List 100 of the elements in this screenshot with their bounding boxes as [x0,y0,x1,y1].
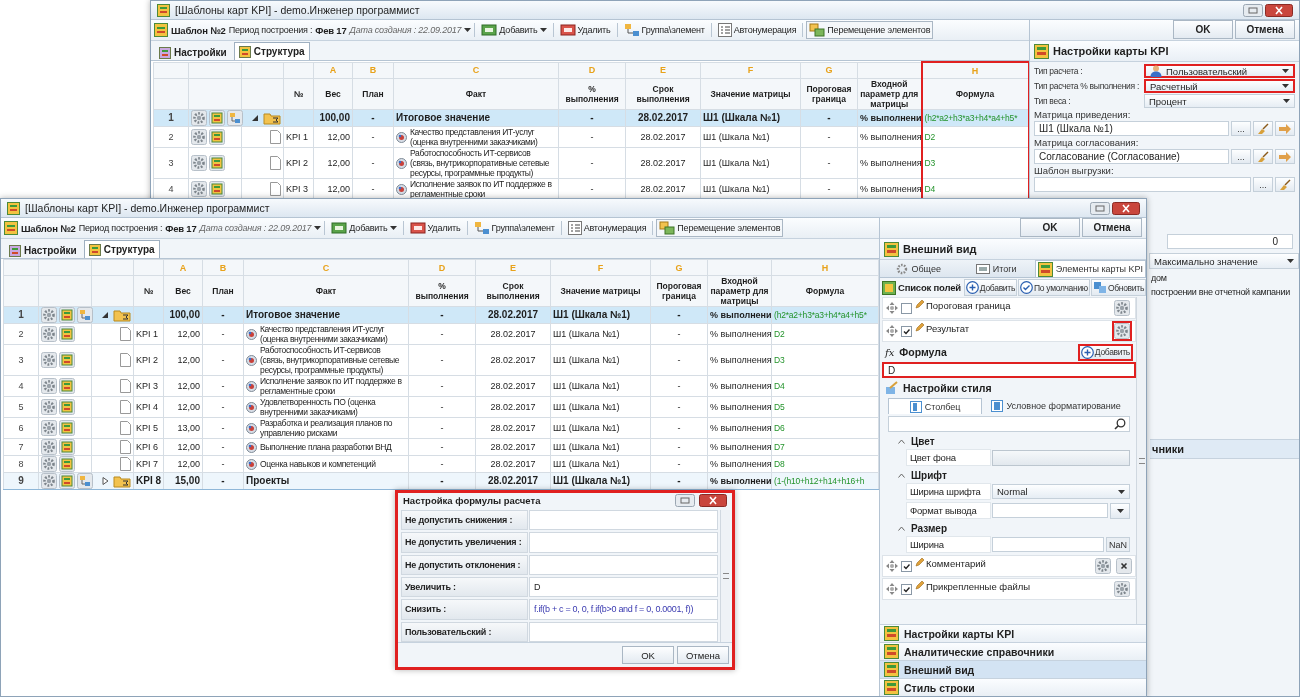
list-action-button[interactable]: Обновить [1090,279,1146,296]
column-header[interactable]: Пороговая граница [650,275,708,307]
move-handle-icon[interactable] [886,302,898,314]
move-handle-icon[interactable] [886,583,898,595]
report-icon[interactable] [209,129,225,145]
formula-field[interactable]: D [882,362,1136,378]
dropdown[interactable]: Процент [1144,94,1295,108]
search-icon[interactable] [1114,418,1126,430]
input-field[interactable] [529,621,718,642]
toolbar-button[interactable]: Удалить [406,219,464,237]
report-icon[interactable] [59,307,75,323]
broom-icon[interactable] [1256,122,1270,135]
list-action-button[interactable]: По умолчанию [1018,279,1090,296]
column-header[interactable]: Срок выполнения [475,275,551,307]
column-header[interactable]: Факт [393,78,559,110]
gear-icon[interactable] [1095,558,1111,574]
gear-icon[interactable] [1114,300,1130,316]
browse-button[interactable]: ... [1231,121,1251,136]
dropdown[interactable]: Normal [992,484,1130,499]
tab[interactable]: Структура [233,42,310,60]
dialog-button[interactable]: OK [1173,20,1233,39]
report-icon[interactable] [59,456,75,472]
delete-icon[interactable] [1116,558,1132,574]
collapse-icon[interactable] [898,438,905,444]
toolbar-button[interactable]: Автонумерация [564,219,650,237]
report-icon[interactable] [209,155,225,171]
collapse-icon[interactable] [898,525,905,531]
dialog-button[interactable]: OK [1020,218,1080,237]
dropdown[interactable]: Максимально значение [1149,253,1299,269]
accordion-header[interactable]: чники [1150,439,1299,459]
move-handle-icon[interactable] [886,560,898,572]
group-icon[interactable] [473,221,490,235]
gear-icon[interactable] [41,352,57,368]
column-header[interactable]: Факт [243,275,409,307]
collapse-icon[interactable] [898,472,905,478]
checkbox[interactable] [901,583,912,595]
restore-icon[interactable] [1243,3,1263,17]
search-field[interactable] [888,416,1130,432]
report-icon[interactable] [209,110,225,126]
input-field[interactable]: f.if(b + c = 0, 0, f.if(b>0 and f = 0, 0.0001, f)) [529,599,718,620]
toolbar-button[interactable]: Добавить [328,219,400,237]
accordion-header[interactable]: Аналитические справочники [880,642,1146,660]
field-row[interactable]: Результат [882,320,1136,342]
checkbox[interactable] [901,560,912,572]
gear-icon[interactable] [191,181,207,197]
list-icon[interactable] [717,23,732,37]
input-field[interactable] [529,510,718,531]
dialog-button[interactable]: OK [622,646,674,664]
gear-icon[interactable] [191,110,207,126]
reset-button[interactable]: NaN [1106,537,1130,552]
gear-icon[interactable] [41,420,57,436]
dialog-button[interactable]: Отмена [677,646,729,664]
browse-button[interactable]: ... [1253,177,1273,192]
checkbox[interactable] [901,325,912,337]
arrow-icon[interactable] [1278,123,1292,134]
column-header[interactable]: Входной параметр для матрицы [857,78,922,110]
gear-icon[interactable] [41,326,57,342]
lookup-field[interactable] [1034,177,1251,192]
column-header[interactable]: Значение матрицы [550,275,651,307]
accordion-header[interactable]: Настройки карты KPI [880,624,1146,642]
tab[interactable]: Настройки [4,242,82,258]
toolbar-button[interactable]: Перемещение элементов [656,219,784,237]
column-header[interactable]: Формула [771,275,879,307]
column-header[interactable]: Срок выполнения [625,78,701,110]
report-icon[interactable] [59,326,75,342]
toolbar-button[interactable]: Удалить [556,21,614,39]
color-field[interactable] [992,449,1130,466]
column-header[interactable]: Значение матрицы [700,78,801,110]
field-row[interactable]: Прикрепленные файлы [882,578,1136,600]
move-handle-icon[interactable] [886,325,898,337]
close-icon[interactable] [1112,201,1140,215]
input-field[interactable]: D [529,577,718,598]
dialog-button[interactable]: Отмена [1235,20,1295,39]
report-icon[interactable] [59,352,75,368]
input-field[interactable] [529,554,718,575]
scrollbar[interactable] [1136,297,1146,624]
toolbar-button[interactable]: Группа\элемент [620,21,708,39]
tab[interactable]: Настройки [154,44,232,60]
hierarchy-icon[interactable] [77,307,93,323]
hierarchy-icon[interactable] [77,473,93,489]
tab[interactable]: Элементы карты KPI [1034,260,1146,277]
input-field[interactable] [992,503,1108,518]
dialog-button[interactable]: Отмена [1082,218,1142,237]
gear-icon[interactable] [41,307,57,323]
column-header[interactable]: % выполнения [408,275,476,307]
lookup-field[interactable]: Ш1 (Шкала №1) [1034,121,1229,136]
field-row[interactable]: Пороговая граница [882,297,1136,319]
gear-icon[interactable] [1114,323,1130,339]
toolbar-button[interactable]: Автонумерация [714,21,800,39]
report-icon[interactable] [59,399,75,415]
dropdown[interactable]: Расчетный [1144,79,1295,93]
gear-icon[interactable] [41,456,57,472]
accordion-header[interactable]: Внешний вид [880,660,1146,678]
move-icon[interactable] [809,23,826,37]
gear-icon[interactable] [191,155,207,171]
restore-icon[interactable] [675,494,695,507]
add-button[interactable]: Добавить [1077,343,1133,361]
expand-arrow-icon[interactable] [101,477,109,485]
checkbox[interactable] [901,302,912,314]
tab[interactable]: Общее [880,260,958,277]
